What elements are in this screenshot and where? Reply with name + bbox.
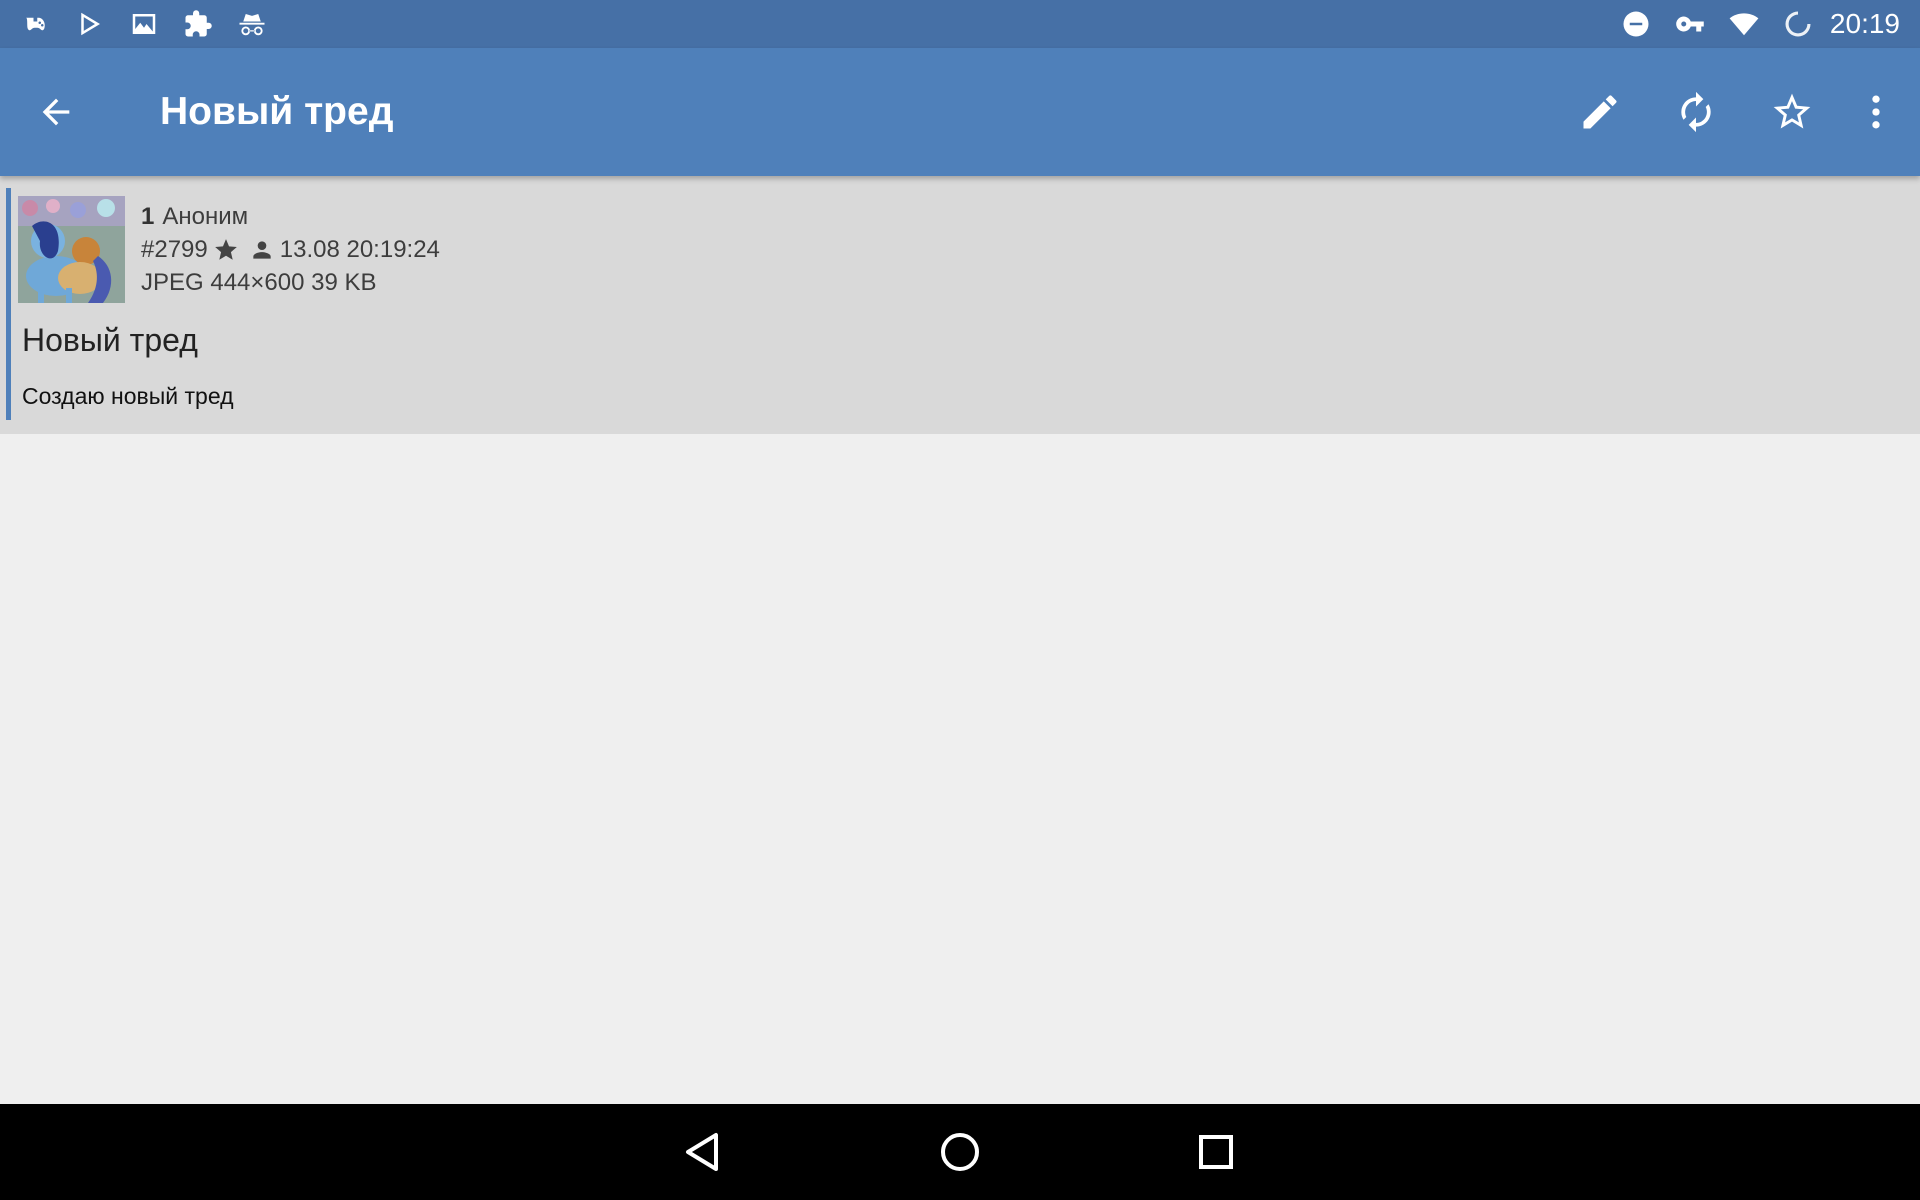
nav-home-button[interactable] xyxy=(928,1124,992,1180)
status-bar-notifications xyxy=(20,8,268,40)
puzzle-icon xyxy=(182,8,214,40)
post-file-info: JPEG 444×600 39 KB xyxy=(141,269,377,296)
more-vert-icon xyxy=(1872,95,1880,129)
nav-recents-button[interactable] xyxy=(1184,1124,1248,1180)
play-store-icon xyxy=(74,8,106,40)
do-not-disturb-icon xyxy=(1620,8,1652,40)
back-button[interactable] xyxy=(24,80,88,144)
image-icon xyxy=(128,8,160,40)
arrow-back-icon xyxy=(42,98,70,126)
game-controller-icon xyxy=(20,8,52,40)
post-thumbnail[interactable] xyxy=(18,196,125,303)
post-file-info-row: JPEG 444×600 39 KB xyxy=(141,266,440,299)
refresh-icon xyxy=(1681,91,1711,133)
square-recents-icon xyxy=(1199,1135,1233,1169)
edit-icon xyxy=(1583,95,1617,129)
triangle-back-icon xyxy=(686,1133,718,1171)
post-number: 1 xyxy=(141,203,155,230)
nav-back-button[interactable] xyxy=(672,1124,736,1180)
post-datetime: 13.08 20:19:24 xyxy=(279,236,440,263)
refresh-button[interactable] xyxy=(1664,80,1728,144)
status-bar: 20:19 xyxy=(0,0,1920,48)
pony-image-icon xyxy=(18,196,125,303)
navigation-bar xyxy=(0,1104,1920,1200)
app-bar: Новый тред xyxy=(0,48,1920,176)
incognito-icon xyxy=(236,8,268,40)
post-accent-bar xyxy=(6,188,11,420)
page-title: Новый тред xyxy=(160,90,394,133)
more-options-button[interactable] xyxy=(1844,80,1908,144)
star-outline-icon xyxy=(1773,93,1811,129)
post-subject: Новый тред xyxy=(22,322,198,358)
loading-icon xyxy=(1782,8,1814,40)
person-icon xyxy=(248,236,276,264)
post-author-row: 1 Аноним xyxy=(141,200,440,233)
edit-button[interactable] xyxy=(1568,80,1632,144)
wifi-icon xyxy=(1728,8,1760,40)
post-meta: 1 Аноним #2799 13.08 20:19:24 JPEG 444×6… xyxy=(141,200,440,299)
post-author: Аноним xyxy=(162,203,249,230)
post-id[interactable]: #2799 xyxy=(141,233,208,266)
post-id-row: #2799 13.08 20:19:24 xyxy=(141,233,440,266)
circle-home-icon xyxy=(941,1133,979,1171)
star-icon xyxy=(212,236,240,264)
status-time: 20:19 xyxy=(1829,8,1900,39)
post-body: Создаю новый тред xyxy=(22,383,234,409)
vpn-key-icon xyxy=(1674,8,1706,40)
favorite-button[interactable] xyxy=(1760,80,1824,144)
status-bar-system: 20:19 xyxy=(1620,8,1900,40)
post-card[interactable]: 1 Аноним #2799 13.08 20:19:24 JPEG 444×6… xyxy=(0,176,1920,434)
